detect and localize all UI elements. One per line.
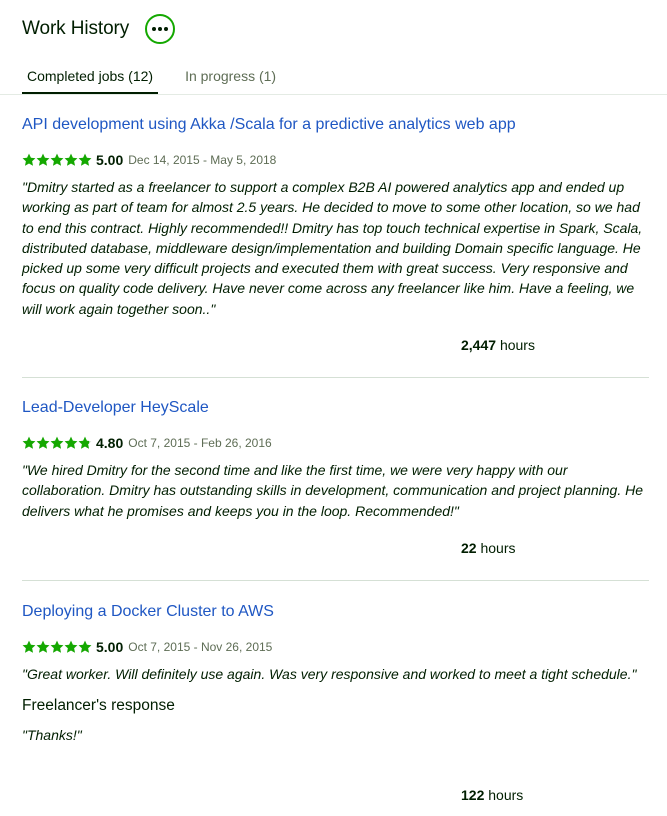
star-icon — [78, 153, 92, 166]
rating-row: 5.00 Oct 7, 2015 - Nov 26, 2015 — [22, 637, 649, 657]
job-item: API development using Akka /Scala for a … — [22, 115, 649, 353]
hours-value: 2,447 — [461, 337, 497, 353]
star-icon — [78, 436, 92, 449]
star-icon — [22, 436, 36, 449]
job-hours: 22 hours — [461, 540, 516, 556]
more-horizontal-icon-dot — [158, 27, 163, 31]
job-item: Deploying a Docker Cluster to AWS 5.00 O… — [22, 602, 649, 803]
rating-score: 5.00 — [96, 639, 124, 655]
hours-unit: hours — [488, 787, 524, 803]
star-rating — [22, 436, 92, 450]
hours-unit: hours — [499, 337, 535, 353]
client-feedback: "Dmitry started as a freelancer to suppo… — [22, 179, 643, 317]
rating-row: 4.80 Oct 7, 2015 - Feb 26, 2016 — [22, 433, 649, 453]
job-title-link[interactable]: Lead-Developer HeyScale — [22, 398, 649, 418]
freelancer-response-title: Freelancer's response — [22, 697, 175, 715]
star-icon — [78, 640, 92, 653]
job-dates: Dec 14, 2015 - May 5, 2018 — [128, 153, 277, 167]
star-icon — [22, 153, 36, 166]
job-title-link[interactable]: Deploying a Docker Cluster to AWS — [22, 602, 649, 622]
job-title-link[interactable]: API development using Akka /Scala for a … — [22, 115, 649, 135]
client-feedback: "Great worker. Will definitely use again… — [22, 666, 637, 682]
star-icon — [64, 640, 78, 653]
job-item: Lead-Developer HeyScale 4.80 Oct 7, 2015… — [22, 398, 649, 556]
work-history-header: Work History — [22, 14, 176, 44]
job-hours: 2,447 hours — [461, 337, 535, 353]
more-horizontal-icon — [152, 27, 157, 31]
more-options-button[interactable] — [145, 14, 176, 44]
star-icon — [50, 153, 64, 166]
star-icon — [50, 640, 64, 653]
job-divider — [22, 580, 649, 581]
rating-score: 5.00 — [96, 152, 124, 168]
star-rating — [22, 153, 92, 167]
star-icon — [50, 436, 64, 449]
job-hours: 122 hours — [461, 787, 523, 803]
client-feedback: "We hired Dmitry for the second time and… — [22, 462, 643, 519]
job-dates: Oct 7, 2015 - Feb 26, 2016 — [128, 436, 272, 450]
tab-in-progress[interactable]: In progress (1) — [180, 66, 281, 94]
more-horizontal-icon-dot — [164, 27, 169, 31]
star-icon — [36, 436, 50, 449]
rating-row: 5.00 Dec 14, 2015 - May 5, 2018 — [22, 150, 649, 170]
star-icon — [36, 153, 50, 166]
job-divider — [22, 377, 649, 378]
hours-value: 122 — [461, 787, 485, 803]
freelancer-response-text: "Thanks!" — [22, 727, 82, 744]
section-title: Work History — [22, 18, 130, 39]
star-icon — [36, 640, 50, 653]
star-icon — [64, 153, 78, 166]
job-tabs: Completed jobs (12) In progress (1) — [22, 66, 303, 94]
hours-unit: hours — [480, 540, 516, 556]
tab-completed-jobs[interactable]: Completed jobs (12) — [22, 66, 159, 94]
job-dates: Oct 7, 2015 - Nov 26, 2015 — [128, 640, 273, 654]
hours-value: 22 — [461, 540, 477, 556]
star-icon — [64, 436, 78, 449]
rating-score: 4.80 — [96, 435, 124, 451]
tabs-divider — [0, 94, 667, 95]
star-rating — [22, 640, 92, 654]
star-icon — [22, 640, 36, 653]
